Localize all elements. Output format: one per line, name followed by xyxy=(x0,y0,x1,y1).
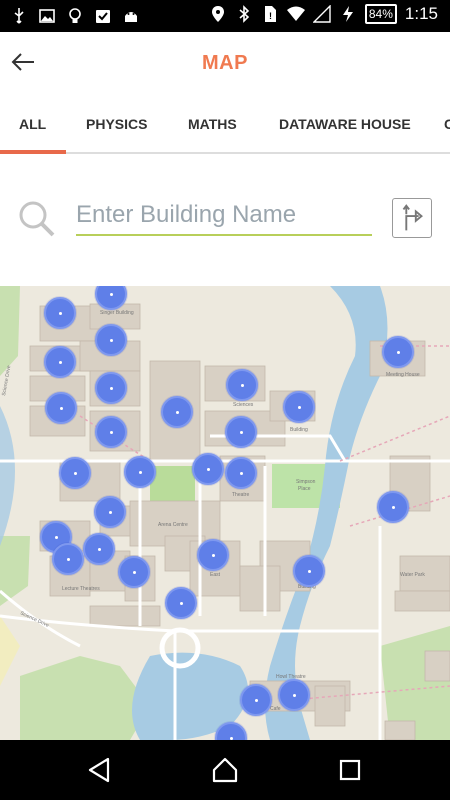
battery-level: 84% xyxy=(364,4,397,24)
building-marker[interactable] xyxy=(95,416,127,448)
tab-indicator xyxy=(0,150,66,154)
building-marker[interactable] xyxy=(225,416,257,448)
svg-text:Cafe: Cafe xyxy=(270,706,281,712)
system-nav-bar xyxy=(0,740,450,800)
tab-maths[interactable]: MATHS xyxy=(188,116,237,132)
svg-text:Theatre: Theatre xyxy=(232,492,249,498)
svg-text:Lecture Theatres: Lecture Theatres xyxy=(62,586,100,592)
building-marker[interactable] xyxy=(118,556,150,588)
building-marker[interactable] xyxy=(240,684,272,716)
building-search-input[interactable] xyxy=(76,196,372,236)
lightbulb-icon xyxy=(69,8,81,23)
usb-icon xyxy=(14,8,24,24)
clipboard-check-icon xyxy=(96,10,110,23)
tab-dataware-house[interactable]: DATAWARE HOUSE xyxy=(279,116,411,132)
wifi-icon xyxy=(286,6,305,21)
charging-icon xyxy=(342,6,353,22)
building-marker[interactable] xyxy=(165,587,197,619)
image-icon xyxy=(39,9,55,23)
building-marker[interactable] xyxy=(377,491,409,523)
tab-partial[interactable]: C xyxy=(444,116,450,132)
building-marker[interactable] xyxy=(226,369,258,401)
building-marker[interactable] xyxy=(52,543,84,575)
building-marker[interactable] xyxy=(283,391,315,423)
tab-all[interactable]: ALL xyxy=(19,116,46,132)
nav-recents-icon[interactable] xyxy=(336,756,364,784)
search-row xyxy=(0,156,450,286)
svg-text:Arena Centre: Arena Centre xyxy=(158,522,188,528)
svg-text:!: ! xyxy=(269,11,272,21)
clock: 1:15 xyxy=(404,4,438,23)
status-bar: ! 84% 1:15 xyxy=(0,0,450,32)
building-marker[interactable] xyxy=(45,392,77,424)
nav-back-icon[interactable] xyxy=(86,756,114,784)
android-icon xyxy=(125,12,137,22)
svg-text:East: East xyxy=(210,572,221,578)
building-marker[interactable] xyxy=(293,555,325,587)
building-marker[interactable] xyxy=(382,336,414,368)
location-icon xyxy=(211,6,224,22)
building-marker[interactable] xyxy=(44,346,76,378)
directions-icon[interactable] xyxy=(392,198,432,238)
svg-text:Simpson: Simpson xyxy=(296,479,316,485)
campus-map[interactable]: Singer Building Sciences Building Simpso… xyxy=(0,286,450,740)
nav-home-icon[interactable] xyxy=(211,756,239,784)
building-marker[interactable] xyxy=(95,372,127,404)
page-title: MAP xyxy=(202,52,248,74)
building-marker[interactable] xyxy=(59,457,91,489)
building-marker[interactable] xyxy=(124,456,156,488)
building-marker[interactable] xyxy=(278,679,310,711)
building-marker[interactable] xyxy=(44,297,76,329)
building-marker[interactable] xyxy=(95,324,127,356)
building-marker[interactable] xyxy=(225,457,257,489)
building-marker[interactable] xyxy=(83,533,115,565)
building-marker[interactable] xyxy=(197,539,229,571)
svg-text:Sciences: Sciences xyxy=(233,402,254,408)
signal-icon xyxy=(312,5,331,23)
svg-text:Meeting House: Meeting House xyxy=(386,372,420,378)
building-marker[interactable] xyxy=(161,396,193,428)
building-marker[interactable] xyxy=(94,496,126,528)
svg-text:Singer Building: Singer Building xyxy=(100,310,134,316)
app-header: MAP xyxy=(0,32,450,94)
svg-text:Building: Building xyxy=(290,427,308,433)
tab-physics[interactable]: PHYSICS xyxy=(86,116,147,132)
svg-text:Water Park: Water Park xyxy=(400,572,425,578)
search-icon[interactable] xyxy=(16,198,56,238)
svg-text:Place: Place xyxy=(298,486,311,492)
sim-icon: ! xyxy=(264,6,276,22)
bluetooth-icon xyxy=(239,5,250,23)
category-tabs: ALL PHYSICS MATHS DATAWARE HOUSE C xyxy=(0,94,450,154)
app-screen: ! 84% 1:15 MAP ALL PHYSICS MATHS DATAWAR… xyxy=(0,0,450,800)
building-marker[interactable] xyxy=(192,453,224,485)
